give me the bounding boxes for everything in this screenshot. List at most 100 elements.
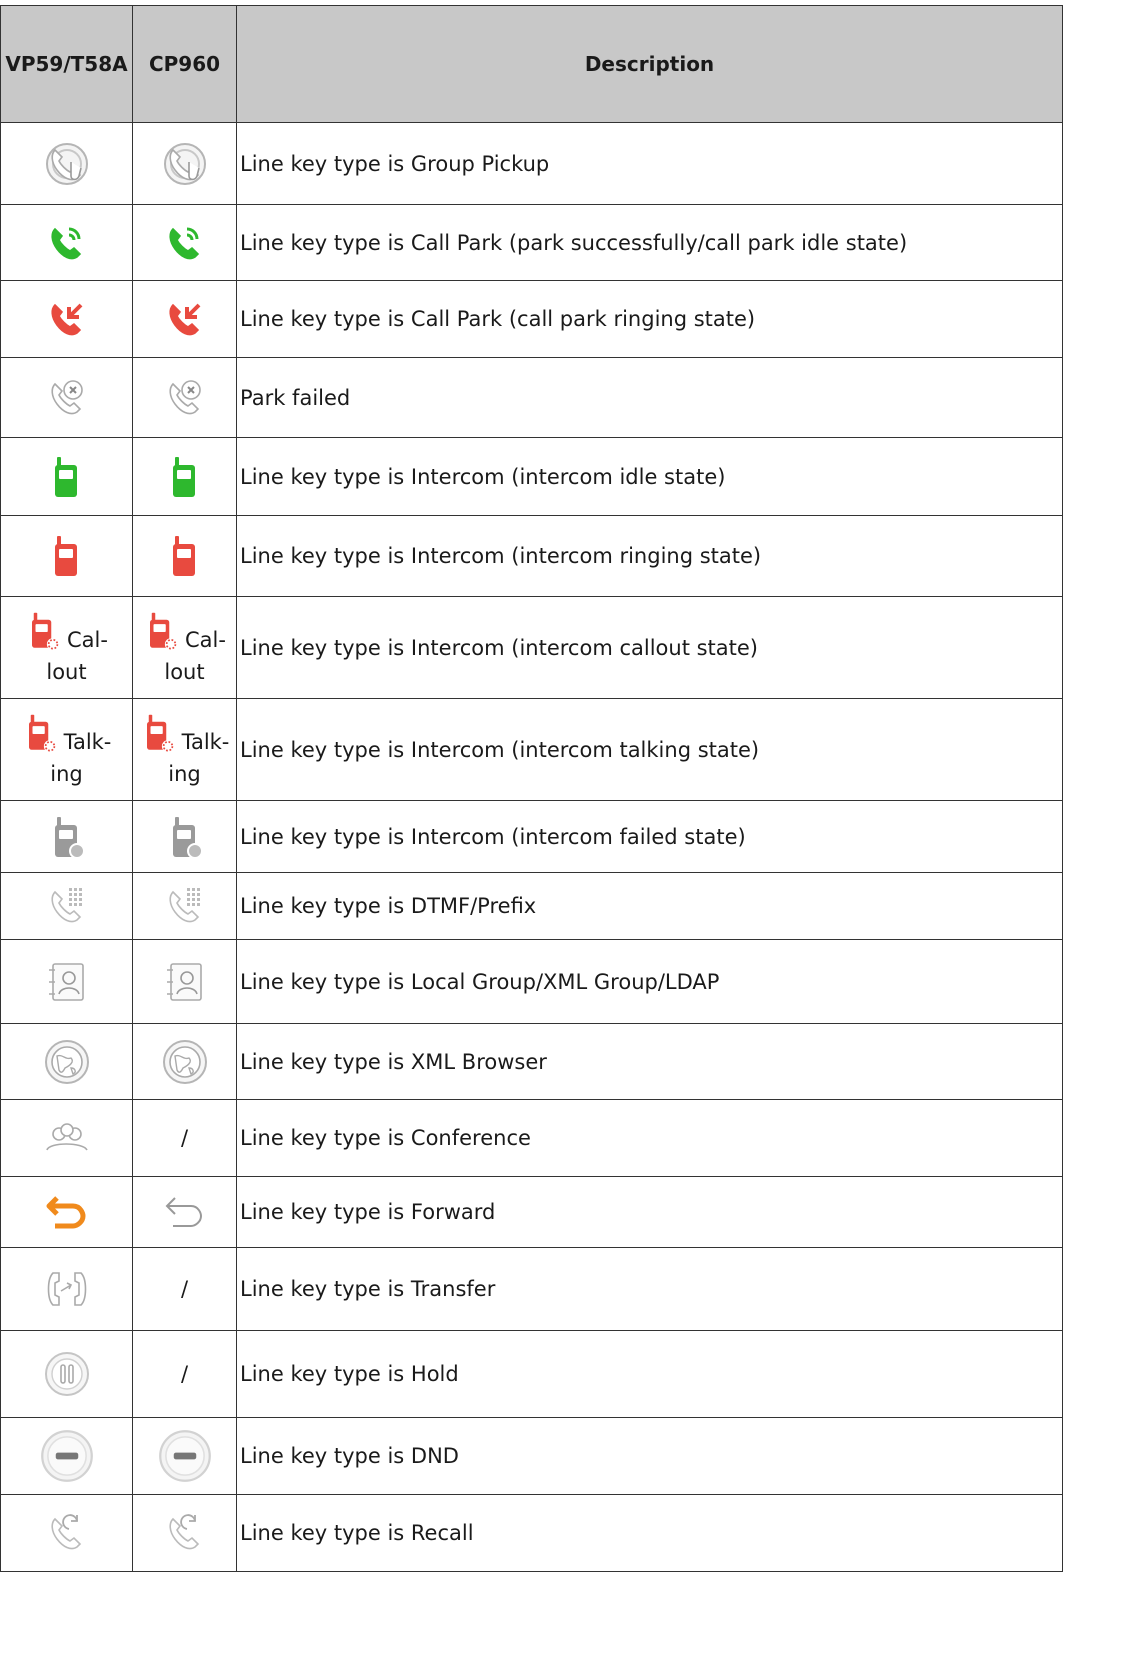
dnd-icon (40, 1430, 94, 1482)
cell-vp59-t58a (0, 939, 133, 1024)
cell-cp960 (132, 515, 237, 597)
description-cell: Line key type is Call Park (park success… (236, 204, 1063, 281)
cell-vp59-t58a: Cal-lout (0, 596, 133, 699)
description-cell: Line key type is Transfer (236, 1247, 1063, 1331)
table-row: Line key type is Intercom (intercom idle… (0, 437, 1063, 516)
header-vp59-t58a: VP59/T58A (0, 5, 133, 123)
cell-cp960: / (132, 1330, 237, 1418)
intercom-failed-icon (43, 816, 91, 859)
description-cell: Line key type is Intercom (intercom idle… (236, 437, 1063, 516)
cell-cp960 (132, 1494, 237, 1572)
intercom-red-icon (161, 536, 209, 576)
cell-cp960 (132, 800, 237, 873)
table-row: Line key type is Call Park (call park ri… (0, 280, 1063, 358)
cell-cp960 (132, 872, 237, 940)
group-contacts-icon (161, 962, 209, 1001)
description-cell: Park failed (236, 357, 1063, 438)
cell-cp960 (132, 1417, 237, 1495)
table-row: Line key type is Forward (0, 1176, 1063, 1248)
table-row: Line key type is DND (0, 1417, 1063, 1495)
cell-cp960: / (132, 1099, 237, 1177)
table-row: Line key type is Local Group/XML Group/L… (0, 939, 1063, 1024)
intercom-talking-icon (22, 714, 64, 752)
icon-caption: / (180, 1277, 189, 1301)
cell-vp59-t58a (0, 872, 133, 940)
cell-cp960 (132, 122, 237, 205)
cell-cp960: Talk-ing (132, 698, 237, 801)
dnd-icon (158, 1430, 212, 1482)
intercom-green-icon (43, 456, 91, 497)
cell-cp960 (132, 1176, 237, 1248)
cell-vp59-t58a (0, 1330, 133, 1418)
description-cell: Line key type is Intercom (intercom ring… (236, 515, 1063, 597)
description-cell: Line key type is Intercom (intercom talk… (236, 698, 1063, 801)
dtmf-prefix-icon (161, 888, 209, 923)
icon-caption: ing (50, 761, 83, 786)
table-row: Park failed (0, 357, 1063, 438)
description-cell: Line key type is XML Browser (236, 1023, 1063, 1100)
table-row: Line key type is Recall (0, 1494, 1063, 1572)
intercom-callout-icon (143, 612, 185, 650)
cell-vp59-t58a (0, 1099, 133, 1177)
header-cp960: CP960 (132, 5, 237, 123)
icon-caption: / (180, 1362, 189, 1386)
cell-vp59-t58a (0, 204, 133, 281)
intercom-red-icon (43, 536, 91, 576)
cell-cp960 (132, 437, 237, 516)
cell-cp960 (132, 939, 237, 1024)
description-cell: Line key type is Conference (236, 1099, 1063, 1177)
table-row: / Line key type is Conference (0, 1099, 1063, 1177)
description-cell: Line key type is Call Park (call park ri… (236, 280, 1063, 358)
transfer-icon (43, 1272, 91, 1306)
cell-vp59-t58a (0, 1023, 133, 1100)
icon-caption: Cal- (67, 627, 108, 652)
xml-browser-icon (43, 1039, 91, 1084)
cell-vp59-t58a (0, 357, 133, 438)
xml-browser-icon (161, 1039, 209, 1084)
description-cell: Line key type is DTMF/Prefix (236, 872, 1063, 940)
header-row: VP59/T58A CP960 Description (0, 5, 1063, 123)
call-park-green-icon (43, 227, 91, 259)
icon-caption: Cal- (185, 627, 226, 652)
group-pickup-icon (161, 142, 209, 185)
cell-vp59-t58a (0, 437, 133, 516)
intercom-callout-icon (25, 612, 67, 650)
table-row: Line key type is DTMF/Prefix (0, 872, 1063, 940)
dtmf-prefix-icon (43, 888, 91, 923)
table-row: Cal-lout Cal-lout Line key type is Interco… (0, 596, 1063, 699)
cell-vp59-t58a (0, 1247, 133, 1331)
cell-vp59-t58a (0, 800, 133, 873)
cell-vp59-t58a (0, 1494, 133, 1572)
cell-vp59-t58a (0, 122, 133, 205)
cell-cp960: / (132, 1247, 237, 1331)
description-cell: Line key type is Intercom (intercom fail… (236, 800, 1063, 873)
group-contacts-icon (43, 962, 91, 1001)
icon-caption: lout (46, 659, 87, 684)
header-description: Description (236, 5, 1063, 123)
intercom-failed-icon (161, 816, 209, 859)
table-row: / Line key type is Transfer (0, 1247, 1063, 1331)
cell-vp59-t58a (0, 515, 133, 597)
cell-vp59-t58a (0, 280, 133, 358)
conference-icon (43, 1123, 91, 1151)
cell-vp59-t58a (0, 1417, 133, 1495)
table-row: Line key type is Intercom (intercom fail… (0, 800, 1063, 873)
table-row: / Line key type is Hold (0, 1330, 1063, 1418)
description-cell: Line key type is Hold (236, 1330, 1063, 1418)
group-pickup-icon (43, 142, 91, 185)
call-park-green-icon (161, 227, 209, 259)
description-cell: Line key type is Local Group/XML Group/L… (236, 939, 1063, 1024)
table-row: Line key type is Call Park (park success… (0, 204, 1063, 281)
table-row: Line key type is Intercom (intercom ring… (0, 515, 1063, 597)
table-row: Line key type is Group Pickup (0, 122, 1063, 205)
cell-cp960 (132, 357, 237, 438)
recall-icon (161, 1514, 209, 1550)
forward-orange-icon (43, 1196, 91, 1229)
cell-cp960 (132, 280, 237, 358)
table-row: Talk-ing Talk-ing Line key type is Interco… (0, 698, 1063, 801)
linekey-icon-table: VP59/T58A CP960 Description Line key typ… (0, 5, 1063, 1572)
description-cell: Line key type is DND (236, 1417, 1063, 1495)
park-failed-icon (43, 379, 91, 414)
cell-cp960 (132, 1023, 237, 1100)
forward-grey-icon (161, 1197, 209, 1227)
